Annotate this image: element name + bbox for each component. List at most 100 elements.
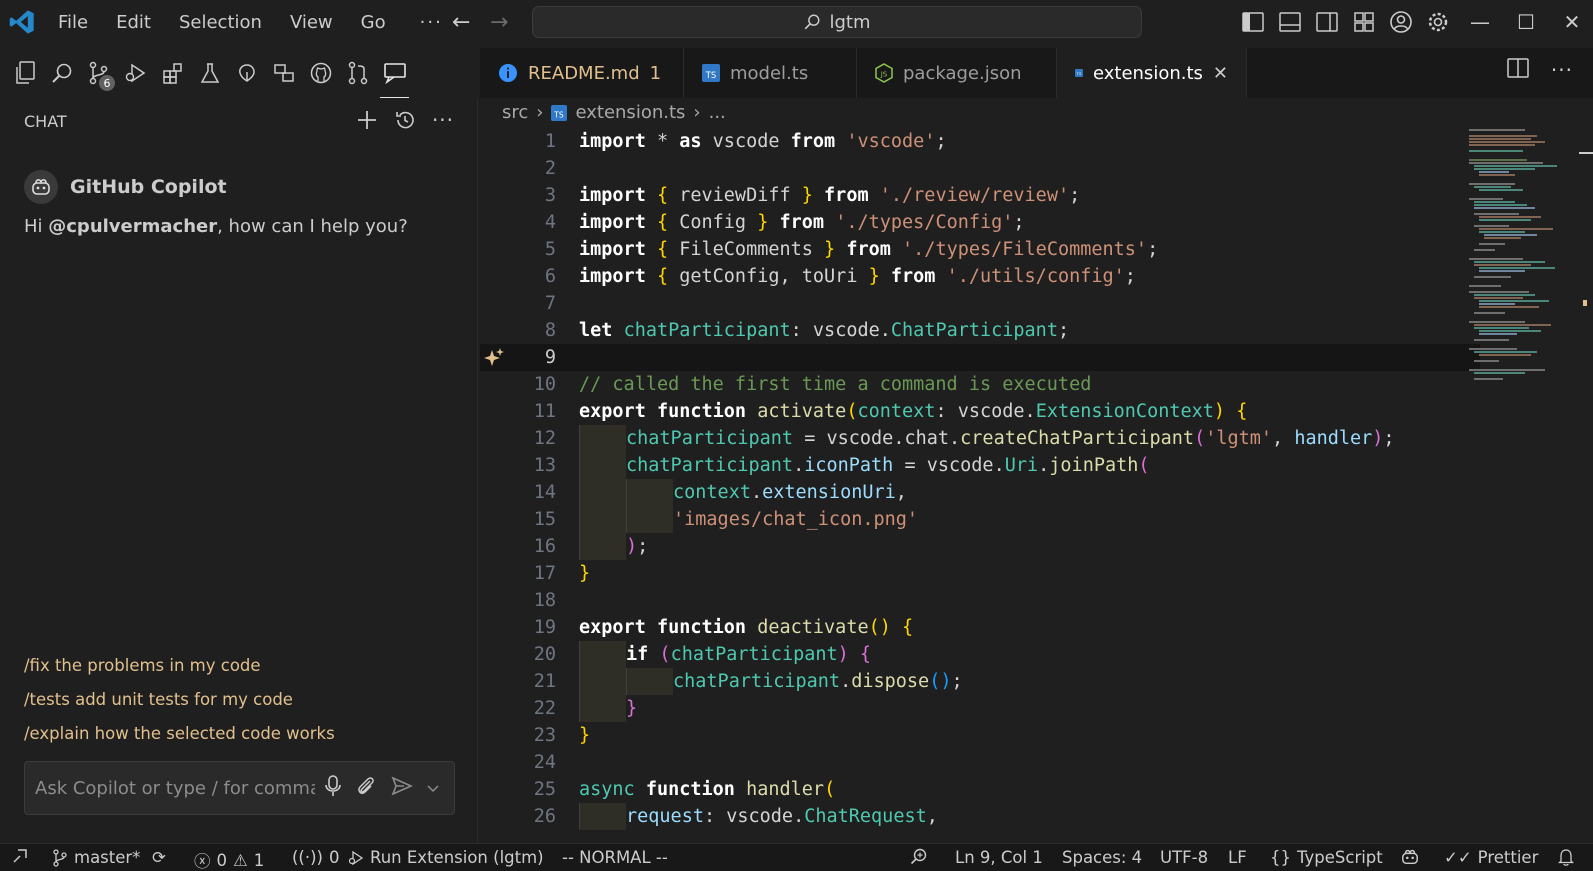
source-control-icon[interactable]: 6 [80,53,117,93]
sync-icon[interactable]: ⟳ [152,848,166,867]
close-window-icon[interactable]: ✕ [1558,8,1586,36]
line-number: 21 [533,671,556,692]
code-line: export function activate(context: vscode… [579,401,1248,422]
chat-icon[interactable] [376,53,413,99]
live-share-icon[interactable] [228,53,265,93]
cursor-position[interactable]: Ln 9, Col 1 [955,848,1043,867]
suggestion-tests[interactable]: /tests add unit tests for my code [24,690,293,709]
code-line: } [579,695,637,722]
svg-text:JS: JS [880,71,888,79]
zoom-icon[interactable] [910,848,928,866]
nodejs-icon: JS [875,63,893,83]
code-line: 'images/chat_icon.png' [579,506,918,533]
greeting-user[interactable]: @cpulvermacher [48,216,217,237]
split-editor-icon[interactable] [1507,58,1529,83]
suggestion-explain[interactable]: /explain how the selected code works [24,724,335,743]
minimize-icon[interactable]: — [1466,8,1494,36]
maximize-icon[interactable]: ☐ [1512,8,1540,36]
indentation[interactable]: Spaces: 4 [1062,848,1142,867]
title-bar: File Edit Selection View Go ··· ← → lgtm… [0,0,1593,44]
line-number: 14 [533,482,556,503]
toggle-primary-sidebar-icon[interactable] [1239,8,1267,36]
menu-view[interactable]: View [286,10,337,35]
run-extension-status[interactable]: Run Extension (lgtm) [348,848,544,867]
prettier-status[interactable]: ✓✓ Prettier [1444,848,1538,867]
attach-icon[interactable] [355,775,377,802]
customize-layout-icon[interactable] [1350,8,1378,36]
line-number: 11 [533,401,556,422]
explorer-icon[interactable] [6,53,43,93]
forward-arrow-icon[interactable]: → [490,10,508,35]
language-mode[interactable]: {} TypeScript [1270,848,1383,867]
remote-explorer-icon[interactable] [265,53,302,93]
chevron-down-icon[interactable] [427,778,439,799]
svg-text:TS: TS [1076,72,1082,76]
braces-icon: {} [1270,848,1291,867]
greeting-prefix: Hi [24,216,49,237]
notifications-bell-icon[interactable] [1558,848,1574,866]
tab-readme-label: README.md [528,62,640,84]
tab-package[interactable]: JS package.json [857,48,1057,98]
menu-more[interactable]: ··· [416,10,447,35]
breadcrumb-more[interactable]: ... [709,102,726,123]
ts-icon: TS [551,104,568,121]
error-count: 0 [216,850,228,870]
code-editor[interactable]: 1 import * as vscode from 'vscode'; 2 3 im… [480,128,1480,830]
search-icon[interactable] [43,53,80,93]
menu-selection[interactable]: Selection [175,10,266,35]
branch-status[interactable]: master* [52,848,140,867]
run-debug-icon[interactable] [117,53,154,93]
line-number: 9 [544,347,556,368]
breadcrumb-folder[interactable]: src [502,102,528,123]
ports-status[interactable]: ((·)) 0 [292,848,340,867]
line-number: 5 [544,239,556,260]
more-actions-icon[interactable]: ··· [431,108,455,132]
suggestion-fix[interactable]: /fix the problems in my code [24,656,261,675]
toggle-panel-icon[interactable] [1276,8,1304,36]
bot-header: GitHub Copilot [24,170,227,204]
testing-icon[interactable] [191,53,228,93]
github-icon[interactable] [302,53,339,93]
chat-input[interactable] [35,777,315,799]
toggle-secondary-sidebar-icon[interactable] [1313,8,1341,36]
breadcrumb-file[interactable]: extension.ts [575,102,685,123]
chat-input-box[interactable] [24,761,455,815]
menu-file[interactable]: File [54,10,92,35]
chat-panel: CHAT ··· GitHub Copilot Hi @cpulvermache… [0,98,478,843]
menu-edit[interactable]: Edit [112,10,155,35]
history-icon[interactable] [393,108,417,132]
microphone-icon[interactable] [325,774,341,802]
tab-readme[interactable]: README.md 1 [480,48,684,98]
line-number: 19 [533,617,556,638]
new-chat-icon[interactable] [355,108,379,132]
copilot-status-icon[interactable] [1400,848,1420,866]
code-line: chatParticipant = vscode.chat.createChat… [579,425,1395,452]
run-extension-label: Run Extension (lgtm) [370,848,544,867]
line-number: 2 [544,158,556,179]
gear-icon[interactable] [1424,8,1452,36]
editor-scrollbar[interactable] [1579,126,1593,841]
problems-status[interactable]: ⓧ 0 ⚠ 1 [194,848,264,871]
line-number: 18 [533,590,556,611]
minimap[interactable] [1465,126,1565,841]
chat-panel-title: CHAT [24,112,67,131]
extensions-icon[interactable] [154,53,191,93]
editor-more-icon[interactable]: ··· [1551,58,1573,83]
command-center-search[interactable]: lgtm [532,6,1142,38]
account-icon[interactable] [1387,8,1415,36]
tab-model[interactable]: TS model.ts [684,48,857,98]
back-arrow-icon[interactable]: ← [452,10,470,35]
greeting-suffix: , how can I help you? [217,216,408,237]
close-tab-icon[interactable]: ✕ [1213,63,1228,84]
pull-requests-icon[interactable] [339,53,376,93]
remote-indicator-icon[interactable] [12,848,28,864]
vim-mode: -- NORMAL -- [562,848,668,867]
prettier-label: Prettier [1477,848,1539,867]
chevron-right-icon: › [536,102,544,123]
menu-go[interactable]: Go [357,10,390,35]
encoding[interactable]: UTF-8 [1160,848,1208,867]
search-text: lgtm [829,11,871,33]
tab-extension[interactable]: TS extension.ts ✕ [1057,48,1247,98]
end-of-line[interactable]: LF [1228,848,1247,867]
send-icon[interactable] [391,775,413,801]
